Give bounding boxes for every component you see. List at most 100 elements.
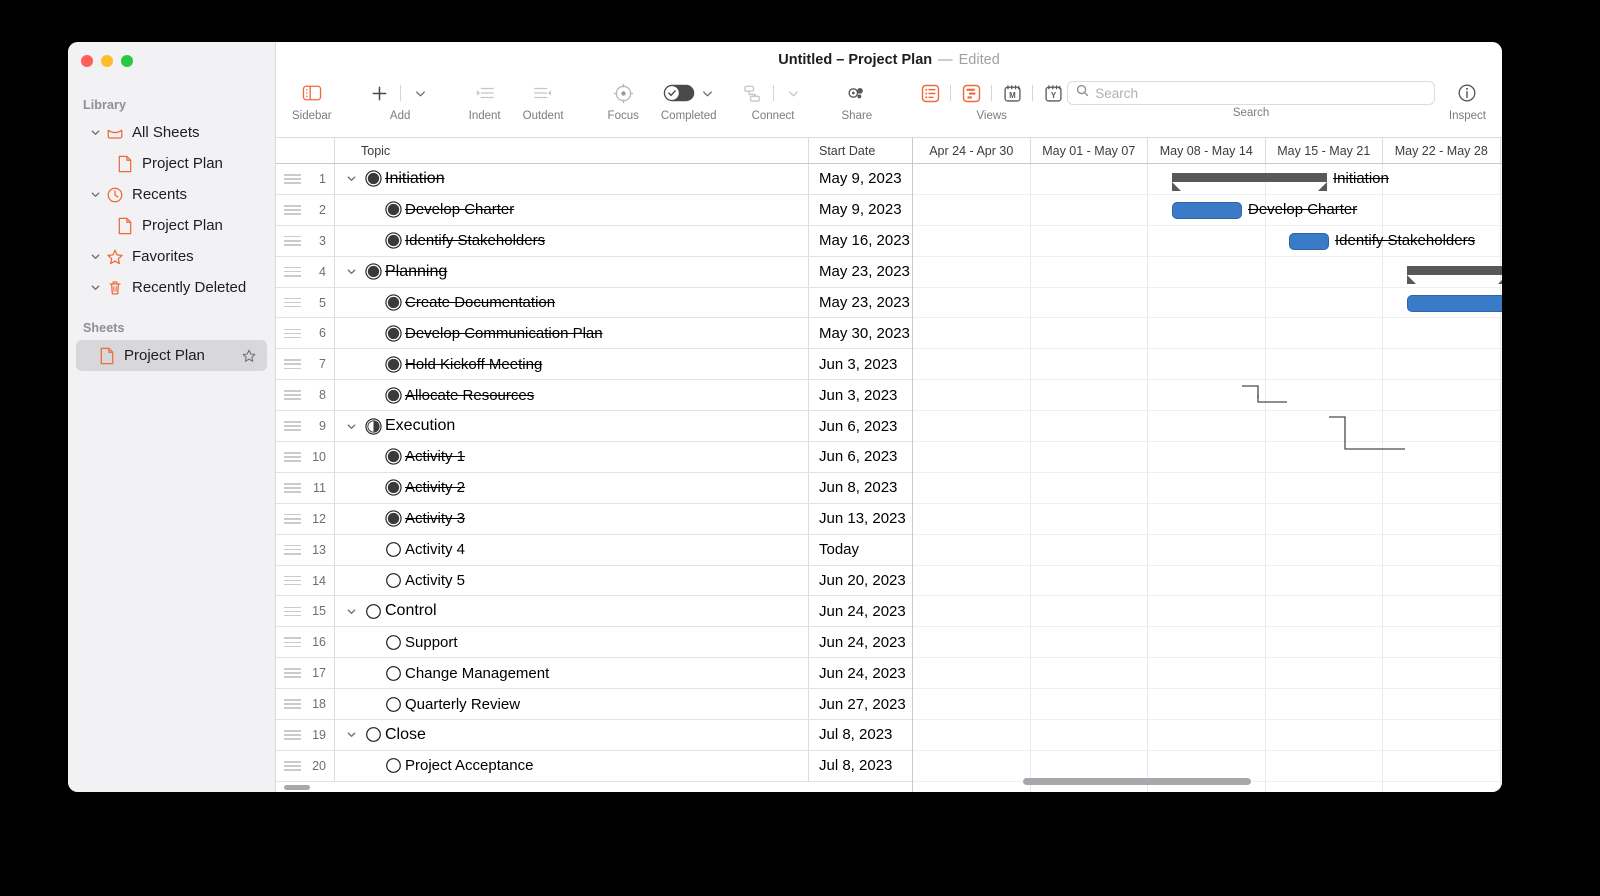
start-date-cell[interactable]: Jun 24, 2023 xyxy=(808,596,912,627)
view-year-button[interactable]: Y xyxy=(1039,80,1067,106)
status-marker-partial[interactable] xyxy=(361,417,385,435)
sidebar-item-sheet-project-plan[interactable]: Project Plan xyxy=(76,340,267,371)
drag-handle-icon[interactable] xyxy=(276,349,308,379)
completed-toggle[interactable] xyxy=(662,80,696,106)
start-date-cell[interactable]: Jun 6, 2023 xyxy=(808,411,912,442)
start-date-cell[interactable]: May 9, 2023 xyxy=(808,164,912,194)
topic-cell[interactable]: Develop Charter xyxy=(334,194,808,225)
topic-cell[interactable]: Identify Stakeholders xyxy=(334,225,808,256)
connect-menu-chevron-down-icon[interactable] xyxy=(780,80,808,106)
table-row[interactable]: 11 Activity 2 Jun 8, 2023 xyxy=(276,472,912,504)
drag-handle-icon[interactable] xyxy=(276,658,308,688)
table-row[interactable]: 15 Control Jun 24, 2023 xyxy=(276,596,912,628)
topic-cell[interactable]: Initiation xyxy=(334,164,808,194)
start-date-cell[interactable]: May 23, 2023 xyxy=(808,287,912,318)
status-marker-complete[interactable] xyxy=(381,387,405,404)
disclosure-chevron-down-icon[interactable] xyxy=(341,606,361,617)
start-date-cell[interactable]: Jun 3, 2023 xyxy=(808,380,912,411)
status-marker-complete[interactable] xyxy=(381,201,405,218)
status-marker-open[interactable] xyxy=(381,572,405,589)
start-date-cell[interactable]: Jun 6, 2023 xyxy=(808,442,912,472)
topic-cell[interactable]: Activity 4 xyxy=(334,534,808,565)
sidebar-item-project-plan-recent[interactable]: Project Plan xyxy=(76,210,267,241)
start-date-cell[interactable]: Jun 20, 2023 xyxy=(808,565,912,596)
focus-button[interactable] xyxy=(609,80,637,106)
table-row[interactable]: 4 Planning May 23, 2023 xyxy=(276,256,912,288)
table-row[interactable]: 13 Activity 4 Today xyxy=(276,534,912,566)
table-row[interactable]: 19 Close Jul 8, 2023 xyxy=(276,720,912,751)
status-marker-open[interactable] xyxy=(381,696,405,713)
table-row[interactable]: 8 Allocate Resources Jun 3, 2023 xyxy=(276,380,912,412)
chevron-down-icon[interactable] xyxy=(88,251,102,262)
topic-cell[interactable]: Change Management xyxy=(334,658,808,689)
drag-handle-icon[interactable] xyxy=(276,627,308,657)
start-date-cell[interactable]: Jun 24, 2023 xyxy=(808,627,912,658)
star-outline-icon[interactable] xyxy=(241,348,257,364)
table-row[interactable]: 7 Hold Kickoff Meeting Jun 3, 2023 xyxy=(276,349,912,381)
start-date-cell[interactable]: Jun 27, 2023 xyxy=(808,689,912,720)
close-window-button[interactable] xyxy=(81,55,93,67)
status-marker-complete[interactable] xyxy=(381,294,405,311)
status-marker-open[interactable] xyxy=(361,726,385,743)
gantt-body[interactable]: Initiation Develop Charter Identify Stakeh… xyxy=(913,164,1502,792)
drag-handle-icon[interactable] xyxy=(276,411,308,441)
gantt-task-bar[interactable] xyxy=(1172,201,1242,219)
disclosure-chevron-down-icon[interactable] xyxy=(341,266,361,277)
table-row[interactable]: 12 Activity 3 Jun 13, 2023 xyxy=(276,503,912,535)
status-marker-open[interactable] xyxy=(381,665,405,682)
chevron-down-icon[interactable] xyxy=(88,282,102,293)
status-marker-open[interactable] xyxy=(361,603,385,620)
status-marker-complete[interactable] xyxy=(381,325,405,342)
topic-cell[interactable]: Activity 3 xyxy=(334,503,808,534)
sidebar-item-recently-deleted[interactable]: Recently Deleted xyxy=(76,272,267,303)
sidebar-item-all-sheets[interactable]: All Sheets xyxy=(76,117,267,148)
disclosure-chevron-down-icon[interactable] xyxy=(341,421,361,432)
disclosure-chevron-down-icon[interactable] xyxy=(341,729,361,740)
minimize-window-button[interactable] xyxy=(101,55,113,67)
drag-handle-icon[interactable] xyxy=(276,473,308,503)
status-marker-complete[interactable] xyxy=(381,510,405,527)
status-marker-open[interactable] xyxy=(381,634,405,651)
start-date-cell[interactable]: Today xyxy=(808,534,912,565)
completed-menu-chevron-down-icon[interactable] xyxy=(700,80,716,106)
table-row[interactable]: 17 Change Management Jun 24, 2023 xyxy=(276,658,912,690)
view-outline-button[interactable] xyxy=(916,80,944,106)
topic-cell[interactable]: Allocate Resources xyxy=(334,380,808,411)
drag-handle-icon[interactable] xyxy=(276,318,308,348)
topic-cell[interactable]: Close xyxy=(334,720,808,750)
drag-handle-icon[interactable] xyxy=(276,288,308,318)
start-date-cell[interactable]: May 30, 2023 xyxy=(808,318,912,349)
status-marker-complete[interactable] xyxy=(381,448,405,466)
status-marker-complete[interactable] xyxy=(361,263,385,280)
start-date-cell[interactable]: May 16, 2023 xyxy=(808,225,912,256)
column-header-topic[interactable]: Topic xyxy=(334,138,808,163)
sidebar-item-favorites[interactable]: Favorites xyxy=(76,241,267,272)
table-row[interactable]: 1 Initiation May 9, 2023 xyxy=(276,164,912,195)
disclosure-chevron-down-icon[interactable] xyxy=(341,173,361,184)
table-row[interactable]: 16 Support Jun 24, 2023 xyxy=(276,627,912,659)
drag-handle-icon[interactable] xyxy=(276,164,308,194)
topic-cell[interactable]: Activity 5 xyxy=(334,565,808,596)
start-date-cell[interactable]: Jun 24, 2023 xyxy=(808,658,912,689)
table-row[interactable]: 10 Activity 1 Jun 6, 2023 xyxy=(276,442,912,473)
drag-handle-icon[interactable] xyxy=(276,596,308,626)
table-row[interactable]: 3 Identify Stakeholders May 16, 2023 xyxy=(276,225,912,257)
topic-cell[interactable]: Activity 1 xyxy=(334,442,808,472)
topic-cell[interactable]: Planning xyxy=(334,256,808,287)
status-marker-complete[interactable] xyxy=(381,479,405,496)
sidebar-item-project-plan-all[interactable]: Project Plan xyxy=(76,148,267,179)
column-header-start-date[interactable]: Start Date xyxy=(808,138,912,163)
drag-handle-icon[interactable] xyxy=(276,380,308,410)
view-month-button[interactable]: M xyxy=(998,80,1026,106)
add-button[interactable] xyxy=(366,80,394,106)
sidebar-item-recents[interactable]: Recents xyxy=(76,179,267,210)
table-row[interactable]: 20 Project Acceptance Jul 8, 2023 xyxy=(276,750,912,782)
status-marker-complete[interactable] xyxy=(361,170,385,188)
status-marker-open[interactable] xyxy=(381,757,405,774)
add-menu-chevron-down-icon[interactable] xyxy=(407,80,435,106)
sidebar-toggle-button[interactable] xyxy=(298,80,326,106)
gantt-summary-bar[interactable] xyxy=(1407,265,1502,284)
topic-cell[interactable]: Execution xyxy=(334,411,808,442)
drag-handle-icon[interactable] xyxy=(276,751,308,781)
topic-cell[interactable]: Create Documentation xyxy=(334,287,808,318)
